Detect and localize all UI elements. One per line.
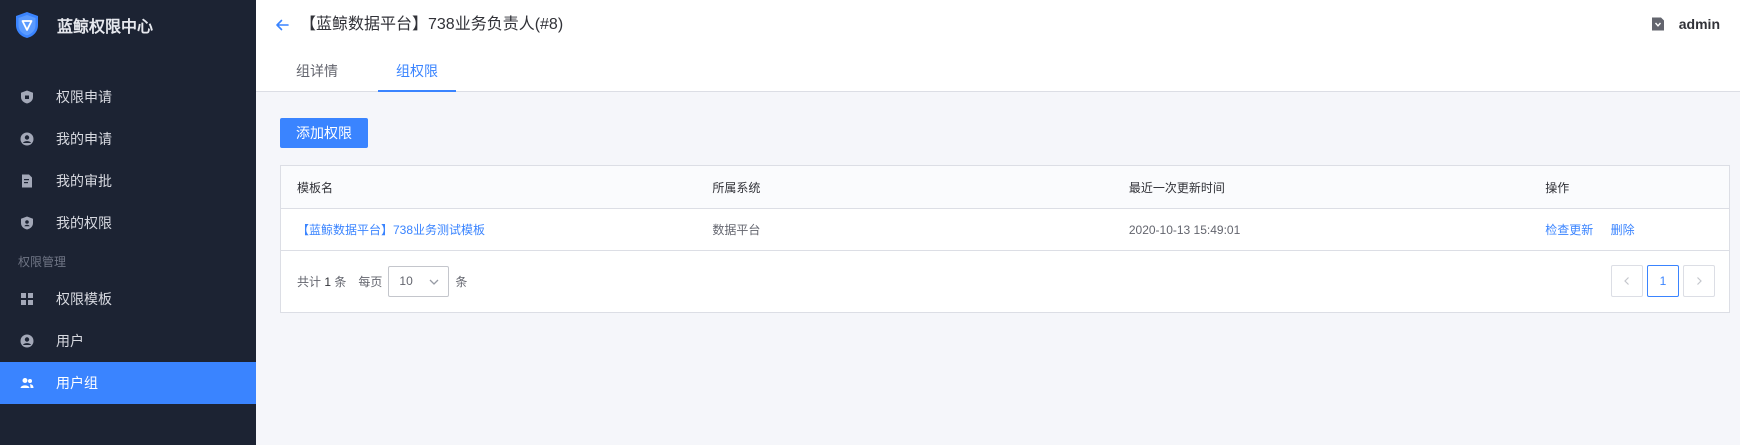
per-page-label: 每页	[358, 274, 383, 289]
total-count: 共计 1 条	[297, 273, 346, 290]
sidebar-item-label: 我的权限	[56, 215, 112, 231]
shield-lock-icon	[20, 90, 34, 104]
chevron-left-icon	[1624, 277, 1629, 285]
page-number-button[interactable]: 1	[1647, 265, 1679, 297]
per-page-select[interactable]: 10	[388, 265, 450, 297]
total-value: 1	[324, 274, 332, 289]
per-page-value: 10	[399, 274, 413, 288]
page-buttons: 1	[1609, 265, 1715, 297]
username: admin	[1678, 16, 1720, 32]
tab-group-details[interactable]: 组详情	[278, 52, 356, 92]
sidebar-item-users[interactable]: 用户	[0, 320, 256, 362]
sidebar-nav: 权限申请 我的申请 我的审批 我的权限 权限管理 权限模板 用户 用户组	[0, 76, 256, 404]
app-title: 蓝鲸权限中心	[57, 19, 154, 36]
sidebar-item-user-groups[interactable]: 用户组	[0, 362, 256, 404]
sidebar-item-label: 我的申请	[56, 131, 112, 147]
sidebar-item-my-approvals[interactable]: 我的审批	[0, 160, 256, 202]
chevron-right-icon	[1697, 277, 1702, 285]
grid-icon	[20, 292, 34, 306]
updated-time-cell: 2020-10-13 15:49:01	[1128, 222, 1241, 237]
sidebar-item-label: 用户组	[56, 375, 98, 391]
sidebar: 蓝鲸权限中心 权限申请 我的申请 我的审批 我的权限 权限管理 权限模板 用户 …	[0, 0, 256, 445]
row-actions: 检查更新 删除	[1529, 221, 1729, 238]
column-header-updated: 最近一次更新时间	[1128, 180, 1225, 195]
template-link[interactable]: 【蓝鲸数据平台】738业务测试模板	[297, 223, 485, 237]
sidebar-item-label: 权限申请	[56, 89, 112, 105]
table-header: 模板名 所属系统 最近一次更新时间 操作	[281, 166, 1729, 209]
column-header-template: 模板名	[297, 180, 334, 195]
next-page-button[interactable]	[1683, 265, 1715, 297]
sidebar-item-my-permissions[interactable]: 我的权限	[0, 202, 256, 244]
prev-page-button[interactable]	[1611, 265, 1643, 297]
sidebar-item-label: 权限模板	[56, 291, 112, 307]
sidebar-group-label: 权限管理	[18, 254, 67, 269]
users-icon	[20, 376, 34, 390]
per-page-suffix: 条	[455, 274, 468, 289]
delete-link[interactable]: 删除	[1611, 223, 1635, 237]
user-circle-icon	[20, 334, 34, 348]
tabs: 组详情 组权限	[278, 52, 478, 92]
sidebar-item-my-applications[interactable]: 我的申请	[0, 118, 256, 160]
back-arrow-icon[interactable]	[272, 15, 292, 35]
tab-group-permissions[interactable]: 组权限	[378, 52, 456, 92]
shield-user-icon	[20, 216, 34, 230]
sidebar-item-label: 用户	[56, 333, 84, 349]
total-prefix: 共计	[297, 274, 322, 289]
add-permission-button[interactable]: 添加权限	[280, 118, 368, 148]
permissions-table: 模板名 所属系统 最近一次更新时间 操作 【蓝鲸数据平台】738业务测试模板 数…	[280, 165, 1730, 313]
column-header-actions: 操作	[1545, 180, 1570, 195]
brand[interactable]: 蓝鲸权限中心	[0, 0, 256, 50]
sidebar-item-templates[interactable]: 权限模板	[0, 278, 256, 320]
user-menu[interactable]: admin	[1651, 16, 1720, 32]
chevron-down-icon	[428, 276, 440, 288]
system-cell: 数据平台	[712, 223, 761, 237]
document-check-icon	[20, 174, 34, 188]
pagination: 共计 1 条 每页 10 条 1	[281, 251, 1729, 311]
page-header: 【蓝鲸数据平台】738业务负责人(#8) admin 组详情 组权限	[256, 0, 1740, 92]
page-title: 【蓝鲸数据平台】738业务负责人(#8)	[300, 16, 564, 33]
user-circle-icon	[20, 132, 34, 146]
document-download-icon	[1651, 17, 1665, 31]
check-update-link[interactable]: 检查更新	[1545, 223, 1593, 237]
shield-logo-icon	[13, 11, 41, 39]
sidebar-item-apply[interactable]: 权限申请	[0, 76, 256, 118]
per-page: 每页 10 条	[358, 265, 468, 297]
total-suffix: 条	[334, 274, 347, 289]
sidebar-item-label: 我的审批	[56, 173, 112, 189]
table-row: 【蓝鲸数据平台】738业务测试模板 数据平台 2020-10-13 15:49:…	[281, 209, 1729, 251]
column-header-system: 所属系统	[712, 180, 761, 195]
